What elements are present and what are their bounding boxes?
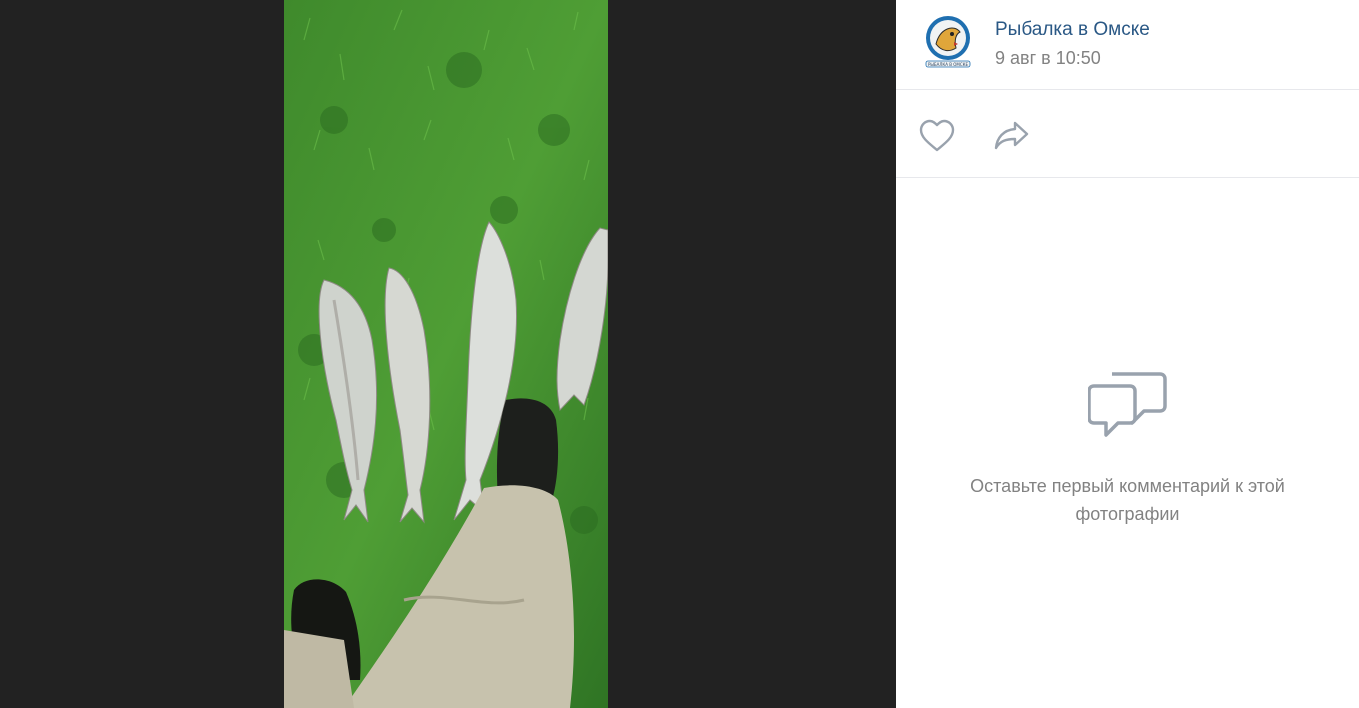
post-date[interactable]: 9 авг в 10:50 [995,48,1101,69]
photo-viewer [0,0,896,708]
post-actions [896,90,1359,178]
comments-icon [1088,372,1167,437]
photo-sidebar: РЫБАЛКА В ОМСКЕ Рыбалка в Омске 9 авг в … [896,0,1359,708]
fish-logo-icon: РЫБАЛКА В ОМСКЕ [925,16,971,68]
share-button[interactable] [993,119,1031,153]
photo[interactable] [284,0,608,708]
fishing-photo-illustration [284,0,608,708]
like-button[interactable] [918,119,956,153]
empty-comments-text: Оставьте первый комментарий к этой фотог… [970,476,1285,524]
avatar-caption: РЫБАЛКА В ОМСКЕ [928,62,969,67]
post-header: РЫБАЛКА В ОМСКЕ Рыбалка в Омске 9 авг в … [896,0,1359,90]
comments-empty-state: Оставьте первый комментарий к этой фотог… [896,178,1359,708]
share-arrow-icon [994,121,1029,150]
heart-icon [919,119,955,152]
avatar[interactable]: РЫБАЛКА В ОМСКЕ [924,14,972,74]
author-link[interactable]: Рыбалка в Омске [995,19,1150,41]
